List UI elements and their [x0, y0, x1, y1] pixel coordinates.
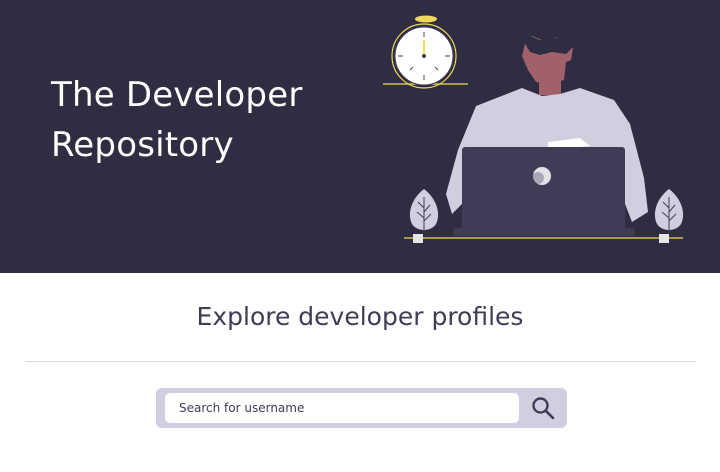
explore-heading: Explore developer profiles: [196, 302, 524, 331]
divider: [26, 361, 696, 362]
plant-right-icon: [654, 189, 684, 243]
search-button[interactable]: [523, 392, 563, 424]
stopwatch-icon: [383, 15, 468, 89]
laptop-icon: [454, 147, 634, 236]
hero-banner: The Developer Repository: [0, 0, 720, 273]
search-bar: [156, 388, 567, 428]
plant-left-icon: [409, 189, 439, 243]
search-input[interactable]: [165, 393, 519, 423]
developer-illustration: [383, 15, 684, 243]
search-icon: [532, 397, 555, 420]
